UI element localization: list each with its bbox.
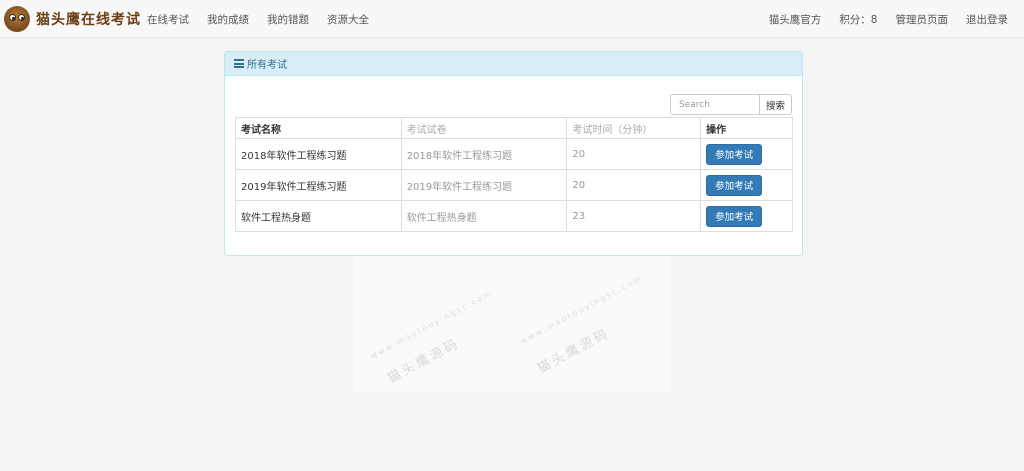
col-exam-paper: 考试试卷: [400, 117, 568, 139]
points-display: 积分：8: [839, 13, 878, 26]
table-row: 软件工程热身题 软件工程热身题 23 参加考试: [235, 200, 793, 232]
col-action: 操作: [700, 117, 793, 139]
exam-paper: 2019年软件工程练习题: [400, 169, 568, 201]
join-exam-button[interactable]: 参加考试: [706, 174, 763, 196]
nav-resources[interactable]: 资源大全: [327, 12, 369, 27]
exam-paper: 2018年软件工程练习题: [400, 138, 568, 170]
nav-my-wrong-questions[interactable]: 我的错题: [267, 12, 309, 27]
action-cell: 参加考试: [700, 138, 793, 170]
search-button[interactable]: 搜索: [759, 94, 792, 115]
panel-title: 所有考试: [247, 60, 287, 71]
exam-paper: 软件工程热身题: [400, 200, 568, 232]
table-row: 2018年软件工程练习题 2018年软件工程练习题 20 参加考试: [235, 138, 793, 170]
nav-my-scores[interactable]: 我的成绩: [207, 12, 249, 27]
action-cell: 参加考试: [700, 200, 793, 232]
exam-name: 2019年软件工程练习题: [235, 169, 402, 201]
col-exam-duration: 考试时间（分钟）: [566, 117, 702, 139]
all-exams-panel: 所有考试 搜索 考试名称 考试试卷 考试时间（分钟） 操作 2018年软件工程练…: [224, 51, 803, 256]
exam-duration: 20: [566, 169, 702, 201]
nav-user-name[interactable]: 猫头鹰官方: [769, 12, 822, 27]
main-nav: 在线考试 我的成绩 我的错题 资源大全: [147, 0, 387, 38]
owl-logo-icon: [4, 6, 30, 32]
user-nav: 猫头鹰官方 积分：8 管理员页面 退出登录: [751, 0, 1008, 38]
exam-name: 2018年软件工程练习题: [235, 138, 402, 170]
search-bar: 搜索: [669, 94, 792, 115]
search-input[interactable]: [669, 94, 760, 115]
table-row: 2019年软件工程练习题 2019年软件工程练习题 20 参加考试: [235, 169, 793, 201]
list-icon: [234, 59, 244, 68]
exam-name: 软件工程热身题: [235, 200, 402, 232]
exam-duration: 23: [566, 200, 702, 232]
panel-heading: 所有考试: [225, 52, 802, 76]
col-exam-name: 考试名称: [235, 117, 402, 139]
brand[interactable]: 猫头鹰在线考试: [4, 5, 141, 33]
nav-online-exam[interactable]: 在线考试: [147, 12, 189, 27]
top-navbar: 猫头鹰在线考试 在线考试 我的成绩 我的错题 资源大全 猫头鹰官方 积分：8 管…: [0, 0, 1024, 38]
action-cell: 参加考试: [700, 169, 793, 201]
join-exam-button[interactable]: 参加考试: [706, 205, 763, 227]
nav-admin-page[interactable]: 管理员页面: [896, 12, 949, 27]
join-exam-button[interactable]: 参加考试: [706, 143, 763, 165]
table-header-row: 考试名称 考试试卷 考试时间（分钟） 操作: [235, 117, 793, 139]
nav-logout[interactable]: 退出登录: [966, 12, 1008, 27]
exam-table: 考试名称 考试试卷 考试时间（分钟） 操作 2018年软件工程练习题 2018年…: [235, 117, 793, 232]
brand-title: 猫头鹰在线考试: [36, 12, 141, 28]
exam-duration: 20: [566, 138, 702, 170]
